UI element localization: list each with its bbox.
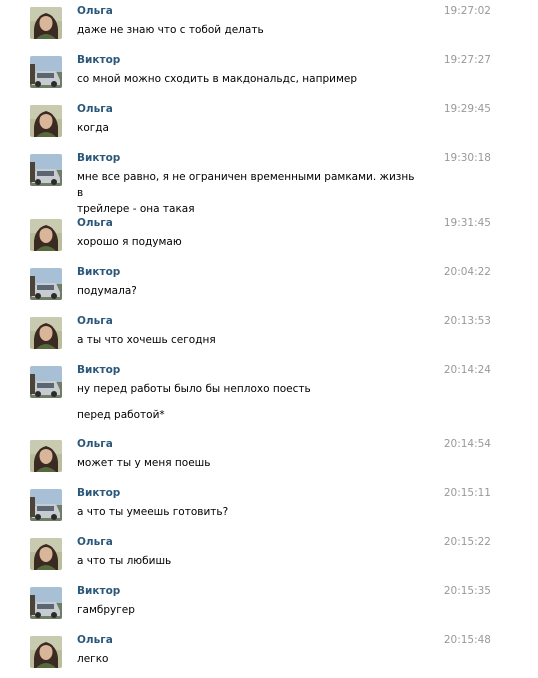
message-text: а что ты умеешь готовить? — [77, 504, 422, 520]
avatar[interactable] — [30, 7, 62, 39]
author-name[interactable]: Виктор — [77, 584, 120, 598]
author-name[interactable]: Ольга — [77, 314, 113, 328]
message-line: подумала? — [77, 285, 137, 297]
avatar[interactable] — [30, 587, 62, 619]
message-text: а что ты любишь — [77, 553, 422, 569]
message-text: когда — [77, 120, 422, 136]
avatar[interactable] — [30, 440, 62, 472]
avatar[interactable] — [30, 366, 62, 398]
avatar[interactable] — [30, 105, 62, 137]
message-time[interactable]: 20:14:24 — [444, 363, 491, 377]
avatar[interactable] — [30, 636, 62, 668]
author-name[interactable]: Виктор — [77, 151, 120, 165]
message-time[interactable]: 20:14:54 — [444, 437, 491, 451]
message-line: а что ты любишь — [77, 555, 172, 567]
message-text: легко — [77, 651, 422, 667]
message-line: а что ты умеешь готовить? — [77, 506, 229, 518]
message-text: подумала? — [77, 283, 422, 299]
message-line: хорошо я подумаю — [77, 236, 182, 248]
message-text: может ты у меня поешь — [77, 455, 422, 471]
message-text: хорошо я подумаю — [77, 234, 422, 250]
author-name[interactable]: Ольга — [77, 4, 113, 18]
avatar[interactable] — [30, 219, 62, 251]
message-line: ну перед работы было бы неплохо поесть — [77, 383, 311, 395]
author-name[interactable]: Ольга — [77, 216, 113, 230]
message-time[interactable]: 19:29:45 — [444, 102, 491, 116]
author-name[interactable]: Ольга — [77, 102, 113, 116]
message-line: легко — [77, 653, 109, 665]
message-time[interactable]: 20:15:48 — [444, 633, 491, 647]
message-time[interactable]: 20:15:11 — [444, 486, 491, 500]
message-time[interactable]: 20:04:22 — [444, 265, 491, 279]
message-line: гамбругер — [77, 604, 135, 616]
message-line: мне все равно, я не ограничен временными… — [77, 171, 415, 199]
message-time[interactable]: 19:31:45 — [444, 216, 491, 230]
message-text: гамбругер — [77, 602, 422, 618]
message-history: Ольга 19:27:02 даже не знаю что с тобой де… — [0, 0, 538, 678]
author-name[interactable]: Виктор — [77, 363, 120, 377]
avatar[interactable] — [30, 538, 62, 570]
message-line: даже не знаю что с тобой делать — [77, 24, 264, 36]
author-name[interactable]: Ольга — [77, 633, 113, 647]
message-line: а ты что хочешь сегодня — [77, 334, 216, 346]
avatar[interactable] — [30, 317, 62, 349]
message-line: перед работой* — [77, 409, 165, 421]
author-name[interactable]: Виктор — [77, 265, 120, 279]
message-line: трейлере - она такая — [77, 203, 195, 215]
message-time[interactable]: 20:13:53 — [444, 314, 491, 328]
author-name[interactable]: Виктор — [77, 486, 120, 500]
avatar[interactable] — [30, 56, 62, 88]
message-time[interactable]: 19:30:18 — [444, 151, 491, 165]
avatar[interactable] — [30, 489, 62, 521]
message-text: а ты что хочешь сегодня — [77, 332, 422, 348]
message-line: когда — [77, 122, 109, 134]
message-text: даже не знаю что с тобой делать — [77, 22, 422, 38]
author-name[interactable]: Виктор — [77, 53, 120, 67]
author-name[interactable]: Ольга — [77, 437, 113, 451]
message-line: со мной можно сходить в макдональдс, нап… — [77, 73, 357, 85]
avatar[interactable] — [30, 268, 62, 300]
message-text: со мной можно сходить в макдональдс, нап… — [77, 71, 422, 87]
message-time[interactable]: 20:15:22 — [444, 535, 491, 549]
avatar[interactable] — [30, 154, 62, 186]
author-name[interactable]: Ольга — [77, 535, 113, 549]
message-line: может ты у меня поешь — [77, 457, 211, 469]
message-spacer — [77, 397, 422, 407]
message-time[interactable]: 19:27:27 — [444, 53, 491, 67]
message-time[interactable]: 20:15:35 — [444, 584, 491, 598]
message-text: ну перед работы было бы неплохо поесть пе… — [77, 381, 422, 423]
message-time[interactable]: 19:27:02 — [444, 4, 491, 18]
message-text: мне все равно, я не ограничен временными… — [77, 169, 422, 217]
